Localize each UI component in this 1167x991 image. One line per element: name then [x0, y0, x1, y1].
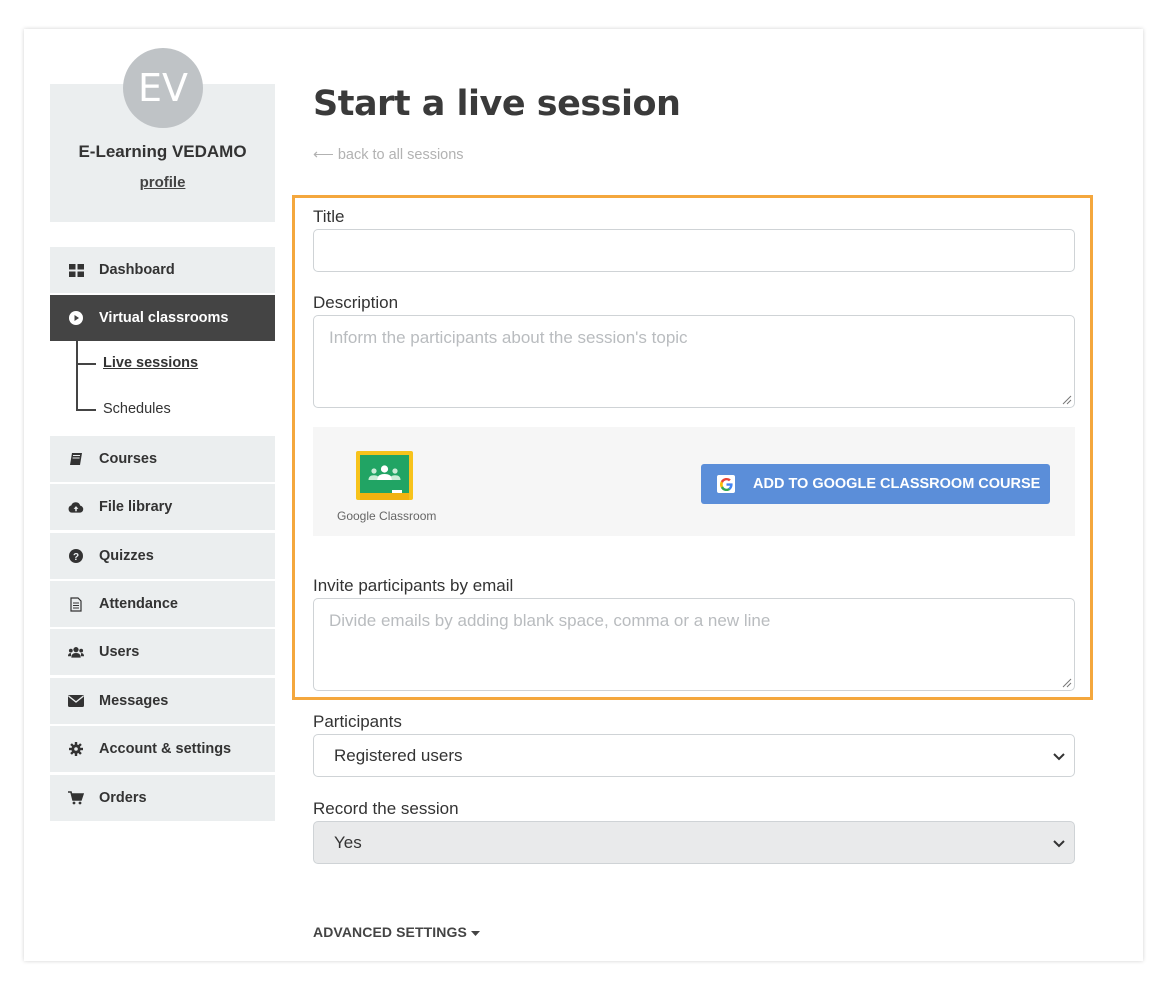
sidebar-item-dashboard[interactable]: Dashboard: [50, 247, 275, 293]
sidebar-item-users[interactable]: Users: [50, 629, 275, 675]
sidebar-item-label: Attendance: [99, 596, 178, 612]
sidebar-item-label: Virtual classrooms: [99, 310, 229, 326]
description-textarea[interactable]: Inform the participants about the sessio…: [313, 315, 1075, 408]
sidebar-item-account-settings[interactable]: Account & settings: [50, 726, 275, 772]
add-to-google-classroom-label: ADD TO GOOGLE CLASSROOM COURSE: [753, 476, 1041, 492]
google-classroom-text: Google Classroom: [337, 509, 437, 523]
cloud-upload-icon: [68, 499, 84, 515]
gear-icon: [68, 741, 84, 757]
record-label: Record the session: [313, 799, 459, 818]
question-circle-icon: ?: [68, 548, 84, 564]
tree-line: [76, 341, 78, 411]
advanced-settings-toggle[interactable]: ADVANCED SETTINGS: [313, 924, 480, 940]
chevron-down-icon: [1053, 840, 1065, 848]
sidebar-item-file-library[interactable]: File library: [50, 484, 275, 530]
participants-value: Registered users: [334, 745, 463, 765]
add-to-google-classroom-button[interactable]: ADD TO GOOGLE CLASSROOM COURSE: [701, 464, 1050, 504]
tree-branch: [78, 409, 96, 411]
sidebar-item-label: Orders: [99, 790, 147, 806]
invite-placeholder: Divide emails by adding blank space, com…: [329, 611, 771, 630]
resize-grip-icon[interactable]: [1062, 678, 1072, 688]
sidebar-item-messages[interactable]: Messages: [50, 678, 275, 724]
users-icon: [68, 644, 84, 660]
sidebar-item-label: Users: [99, 644, 140, 660]
sidebar-item-courses[interactable]: Courses: [50, 436, 275, 482]
sidebar-item-orders[interactable]: Orders: [50, 775, 275, 821]
sidebar-subitem-schedules[interactable]: Schedules: [103, 401, 171, 417]
participants-select[interactable]: Registered users: [313, 734, 1075, 777]
caret-down-icon: [470, 931, 480, 936]
title-input[interactable]: [313, 229, 1075, 272]
svg-text:?: ?: [73, 552, 79, 563]
resize-grip-icon[interactable]: [1062, 395, 1072, 405]
sidebar-item-quizzes[interactable]: ? Quizzes: [50, 533, 275, 579]
sidebar-item-label: Messages: [99, 693, 169, 709]
sidebar-item-label: Quizzes: [99, 548, 154, 564]
dashboard-icon: [68, 262, 84, 278]
sidebar-item-virtual-classrooms[interactable]: Virtual classrooms: [50, 295, 275, 341]
invite-emails-textarea[interactable]: Divide emails by adding blank space, com…: [313, 598, 1075, 691]
record-session-select[interactable]: Yes: [313, 821, 1075, 864]
profile-link[interactable]: profile: [50, 174, 275, 191]
google-g-icon: [717, 475, 735, 493]
description-label: Description: [313, 293, 399, 312]
back-to-sessions-link[interactable]: ⟵ back to all sessions: [313, 147, 464, 163]
sidebar-item-attendance[interactable]: Attendance: [50, 581, 275, 627]
play-circle-icon: [68, 310, 84, 326]
google-classroom-logo-icon: [356, 451, 413, 500]
tree-branch: [78, 363, 96, 365]
document-icon: [68, 596, 84, 612]
book-icon: [68, 451, 84, 467]
sidebar-item-label: Courses: [99, 451, 158, 467]
invite-label: Invite participants by email: [313, 576, 514, 595]
profile-name: E-Learning VEDAMO: [78, 142, 247, 161]
envelope-icon: [68, 693, 84, 709]
sidebar-subitem-live-sessions[interactable]: Live sessions: [103, 355, 198, 371]
participants-label: Participants: [313, 712, 402, 731]
sidebar-item-label: File library: [99, 499, 173, 515]
sidebar-item-label: Account & settings: [99, 741, 232, 757]
avatar[interactable]: EV: [123, 48, 203, 128]
sidebar-item-label: Dashboard: [99, 262, 175, 278]
cart-icon: [68, 790, 84, 806]
record-value: Yes: [334, 832, 362, 852]
advanced-settings-label: ADVANCED SETTINGS: [313, 924, 467, 940]
title-label: Title: [313, 207, 345, 226]
description-placeholder: Inform the participants about the sessio…: [329, 328, 688, 347]
page-title: Start a live session: [313, 84, 681, 124]
chevron-down-icon: [1053, 753, 1065, 761]
